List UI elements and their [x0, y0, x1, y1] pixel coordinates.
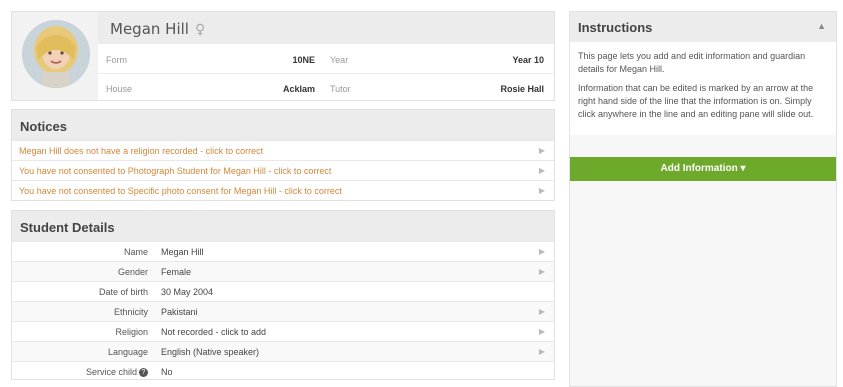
tutor-label: Tutor [330, 84, 351, 94]
profile-row: House Acklam Tutor Rosie Hall [98, 74, 554, 103]
detail-label: Date of birth [98, 287, 148, 297]
student-details-title: Student Details [12, 211, 554, 241]
form-value: 10NE [292, 55, 315, 65]
arrow-right-icon: ▶ [538, 247, 545, 256]
profile-name-bar: Megan Hill ♀ [98, 12, 554, 44]
detail-label: Language [107, 347, 148, 357]
detail-label: Religion [115, 327, 148, 337]
arrow-right-icon: ▶ [538, 347, 545, 356]
detail-value: No [161, 367, 173, 377]
detail-row-language[interactable]: Language English (Native speaker) ▶ [12, 341, 554, 361]
arrow-right-icon: ▶ [538, 166, 545, 175]
left-column: Megan Hill ♀ Form 10NE Year Year 10 House… [11, 11, 555, 380]
detail-row-date-of-birth: Date of birth 30 May 2004 [12, 281, 554, 301]
instructions-text: This page lets you add and edit informat… [578, 51, 806, 74]
arrow-right-icon: ▶ [538, 186, 545, 195]
arrow-right-icon: ▶ [538, 267, 545, 276]
help-icon[interactable]: ? [139, 368, 148, 378]
detail-row-religion[interactable]: Religion Not recorded - click to add ▶ [12, 321, 554, 341]
instructions-sidebar: Instructions ▲ This page lets you add an… [569, 11, 837, 387]
detail-value: Not recorded - click to add [161, 327, 267, 337]
year-value: Year 10 [512, 55, 544, 65]
female-symbol-icon: ♀ [194, 22, 206, 38]
collapse-arrow-icon[interactable]: ▲ [817, 21, 826, 31]
student-details-panel: Student Details Name Megan Hill ▶ Gender… [11, 210, 555, 380]
detail-row-gender[interactable]: Gender Female ▶ [12, 261, 554, 281]
notices-panel: Notices Megan Hill does not have a relig… [11, 109, 555, 201]
instructions-text: Information that can be edited is marked… [578, 83, 814, 119]
student-name: Megan Hill ♀ [110, 20, 206, 38]
student-profile-card: Megan Hill ♀ Form 10NE Year Year 10 House… [11, 11, 555, 101]
detail-label: Service child? [12, 367, 148, 378]
detail-label: Name [123, 247, 148, 257]
detail-row-ethnicity[interactable]: Ethnicity Pakistani ▶ [12, 301, 554, 321]
detail-value: Pakistani [161, 307, 198, 317]
house-label: House [106, 84, 133, 94]
notice-item[interactable]: You have not consented to Specific photo… [12, 180, 554, 200]
detail-row-name[interactable]: Name Megan Hill ▶ [12, 241, 554, 261]
detail-value: Megan Hill [161, 247, 204, 257]
notices-title: Notices [12, 110, 554, 140]
house-value: Acklam [282, 84, 315, 94]
detail-label: Ethnicity [113, 307, 148, 317]
form-label: Form [106, 55, 127, 65]
add-information-button[interactable]: Add Information ▾ [570, 157, 836, 181]
notice-item[interactable]: You have not consented to Photograph Stu… [12, 160, 554, 180]
arrow-right-icon: ▶ [538, 307, 545, 316]
detail-value: Female [161, 267, 192, 277]
profile-info-grid: Form 10NE Year Year 10 House Acklam Tuto… [98, 44, 554, 100]
arrow-right-icon: ▶ [538, 327, 545, 336]
profile-row: Form 10NE Year Year 10 [98, 45, 554, 74]
student-avatar [22, 20, 90, 88]
instructions-title: Instructions [578, 20, 653, 35]
instructions-body: This page lets you add and edit informat… [570, 42, 836, 135]
arrow-right-icon: ▶ [538, 146, 545, 155]
detail-value: English (Native speaker) [161, 347, 260, 357]
year-label: Year [330, 55, 349, 65]
detail-value: 30 May 2004 [161, 287, 214, 297]
tutor-value: Rosie Hall [500, 84, 544, 94]
detail-row-service-child: Service child? No [12, 361, 554, 381]
instructions-header[interactable]: Instructions ▲ [570, 12, 836, 42]
notice-item[interactable]: Megan Hill does not have a religion reco… [12, 140, 554, 160]
detail-label: Gender [117, 267, 148, 277]
